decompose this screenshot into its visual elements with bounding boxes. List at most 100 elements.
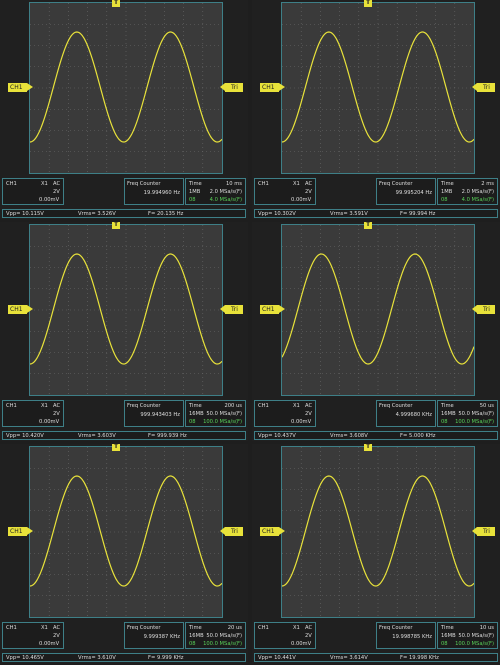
sample-rate-value: 50.0 MSa/s(F) — [458, 633, 494, 639]
time-div-value: 10 ms — [225, 181, 242, 187]
ch1-level-marker[interactable]: CH1 — [8, 305, 33, 314]
offset-value: 0.00mV — [291, 641, 312, 647]
scope-panel-6: T CH1 Tri CH1 X1 AC 2V 0.00mV Freq Count… — [252, 444, 500, 663]
volts-div-value: 2V — [305, 633, 312, 639]
offset-value: 0.00mV — [291, 419, 312, 425]
freq-counter-value: 999.943403 Hz — [140, 412, 180, 418]
measurement-bar: Vpp= 10.115V Vrms= 3.526V F= 20.135 Hz — [2, 209, 246, 218]
sample-mode-label: 08 — [441, 641, 448, 647]
scope-panel-2: T CH1 Tri CH1 X1 AC 2V 0.00mV Freq Count… — [252, 0, 500, 219]
ch1-level-marker[interactable]: CH1 — [8, 527, 33, 536]
sample-rate-value: 2.0 MSa/s(F) — [461, 189, 494, 195]
freq-counter-label: Freq Counter — [379, 403, 413, 409]
time-div-value: 2 ms — [481, 181, 494, 187]
time-label: Time — [189, 403, 202, 409]
frequency-measurement: F= 9.999 KHz — [148, 655, 184, 661]
memory-depth: 16MB — [189, 411, 204, 417]
trigger-position-marker[interactable]: T — [112, 0, 120, 7]
offset-value: 0.00mV — [39, 197, 60, 203]
probe-label: X1 — [293, 625, 300, 631]
trigger-position-marker[interactable]: T — [364, 222, 372, 229]
vpp-measurement: Vpp= 10.302V — [258, 211, 296, 217]
vpp-measurement: Vpp= 10.465V — [6, 655, 44, 661]
info-bar: CH1 X1 AC 2V 0.00mV Freq Counter 9.99938… — [2, 622, 246, 649]
scope-panel-4: T CH1 Tri CH1 X1 AC 2V 0.00mV Freq Count… — [252, 222, 500, 441]
offset-value: 0.00mV — [291, 197, 312, 203]
freq-counter-label: Freq Counter — [379, 181, 413, 187]
trigger-position-marker[interactable]: T — [364, 0, 372, 7]
freq-counter-box[interactable]: Freq Counter 4.999680 KHz — [376, 400, 436, 427]
timebase-box[interactable]: Time 10 ms 1MB 2.0 MSa/s(F) 08 4.0 MSa/s… — [185, 178, 246, 205]
sample-rate-value: 50.0 MSa/s(F) — [458, 411, 494, 417]
ch1-level-marker[interactable]: CH1 — [8, 83, 33, 92]
waveform-svg — [282, 225, 474, 395]
time-label: Time — [189, 181, 202, 187]
trigger-level-marker[interactable]: Tri — [472, 305, 495, 314]
info-bar: CH1 X1 AC 2V 0.00mV Freq Counter 99.9952… — [254, 178, 498, 205]
channel-label: CH1 — [6, 403, 17, 409]
channel-settings-box[interactable]: CH1 X1 AC 2V 0.00mV — [2, 400, 64, 427]
freq-counter-box[interactable]: Freq Counter 19.994960 Hz — [124, 178, 184, 205]
freq-counter-value: 19.994960 Hz — [143, 190, 180, 196]
offset-value: 0.00mV — [39, 419, 60, 425]
trigger-level-marker[interactable]: Tri — [472, 527, 495, 536]
trigger-position-marker[interactable]: T — [112, 222, 120, 229]
channel-settings-box[interactable]: CH1 X1 AC 2V 0.00mV — [254, 622, 316, 649]
ch1-level-marker[interactable]: CH1 — [260, 527, 285, 536]
timebase-box[interactable]: Time 50 us 16MB 50.0 MSa/s(F) 08 100.0 M… — [437, 400, 498, 427]
trigger-level-marker[interactable]: Tri — [472, 83, 495, 92]
measurement-bar: Vpp= 10.420V Vrms= 3.603V F= 999.939 Hz — [2, 431, 246, 440]
vpp-measurement: Vpp= 10.441V — [258, 655, 296, 661]
waveform-screen — [29, 2, 223, 174]
vpp-measurement: Vpp= 10.115V — [6, 211, 44, 217]
timebase-box[interactable]: Time 20 us 16MB 50.0 MSa/s(F) 08 100.0 M… — [185, 622, 246, 649]
sample-rate-value: 50.0 MSa/s(F) — [206, 633, 242, 639]
vrms-measurement: Vrms= 3.603V — [78, 433, 116, 439]
ch1-level-marker[interactable]: CH1 — [260, 83, 285, 92]
info-bar: CH1 X1 AC 2V 0.00mV Freq Counter 19.9987… — [254, 622, 498, 649]
volts-div-value: 2V — [305, 411, 312, 417]
channel-label: CH1 — [258, 625, 269, 631]
timebase-box[interactable]: Time 10 us 16MB 50.0 MSa/s(F) 08 100.0 M… — [437, 622, 498, 649]
vpp-measurement: Vpp= 10.420V — [6, 433, 44, 439]
freq-counter-box[interactable]: Freq Counter 99.995204 Hz — [376, 178, 436, 205]
freq-counter-box[interactable]: Freq Counter 19.998785 KHz — [376, 622, 436, 649]
vrms-measurement: Vrms= 3.610V — [78, 655, 116, 661]
vrms-measurement: Vrms= 3.614V — [330, 655, 368, 661]
volts-div-value: 2V — [53, 189, 60, 195]
channel-settings-box[interactable]: CH1 X1 AC 2V 0.00mV — [2, 622, 64, 649]
freq-counter-box[interactable]: Freq Counter 9.999387 KHz — [124, 622, 184, 649]
waveform-screen — [281, 224, 475, 396]
ch1-level-marker[interactable]: CH1 — [260, 305, 285, 314]
freq-counter-label: Freq Counter — [127, 625, 161, 631]
channel-settings-box[interactable]: CH1 X1 AC 2V 0.00mV — [254, 178, 316, 205]
time-div-value: 50 us — [479, 403, 494, 409]
measurement-bar: Vpp= 10.437V Vrms= 3.608V F= 5.000 KHz — [254, 431, 498, 440]
channel-label: CH1 — [6, 625, 17, 631]
timebase-box[interactable]: Time 2 ms 1MB 2.0 MSa/s(F) 08 4.0 MSa/s(… — [437, 178, 498, 205]
channel-settings-box[interactable]: CH1 X1 AC 2V 0.00mV — [254, 400, 316, 427]
memory-depth: 16MB — [441, 411, 456, 417]
sample-mode-label: 08 — [189, 419, 196, 425]
probe-label: X1 — [41, 403, 48, 409]
waveform-screen — [281, 446, 475, 618]
volts-div-value: 2V — [305, 189, 312, 195]
frequency-measurement: F= 99.994 Hz — [400, 211, 436, 217]
freq-counter-box[interactable]: Freq Counter 999.943403 Hz — [124, 400, 184, 427]
time-div-value: 20 us — [227, 625, 242, 631]
timebase-box[interactable]: Time 200 us 16MB 50.0 MSa/s(F) 08 100.0 … — [185, 400, 246, 427]
trigger-level-marker[interactable]: Tri — [220, 527, 243, 536]
trigger-level-marker[interactable]: Tri — [220, 83, 243, 92]
coupling-label: AC — [53, 403, 61, 409]
trigger-level-marker[interactable]: Tri — [220, 305, 243, 314]
freq-counter-label: Freq Counter — [127, 403, 161, 409]
channel-settings-box[interactable]: CH1 X1 AC 2V 0.00mV — [2, 178, 64, 205]
vrms-measurement: Vrms= 3.591V — [330, 211, 368, 217]
trigger-position-marker[interactable]: T — [364, 444, 372, 451]
measurement-bar: Vpp= 10.465V Vrms= 3.610V F= 9.999 KHz — [2, 653, 246, 662]
vrms-measurement: Vrms= 3.526V — [78, 211, 116, 217]
probe-label: X1 — [41, 625, 48, 631]
time-div-value: 200 us — [224, 403, 242, 409]
freq-counter-value: 9.999387 KHz — [143, 634, 180, 640]
trigger-position-marker[interactable]: T — [112, 444, 120, 451]
